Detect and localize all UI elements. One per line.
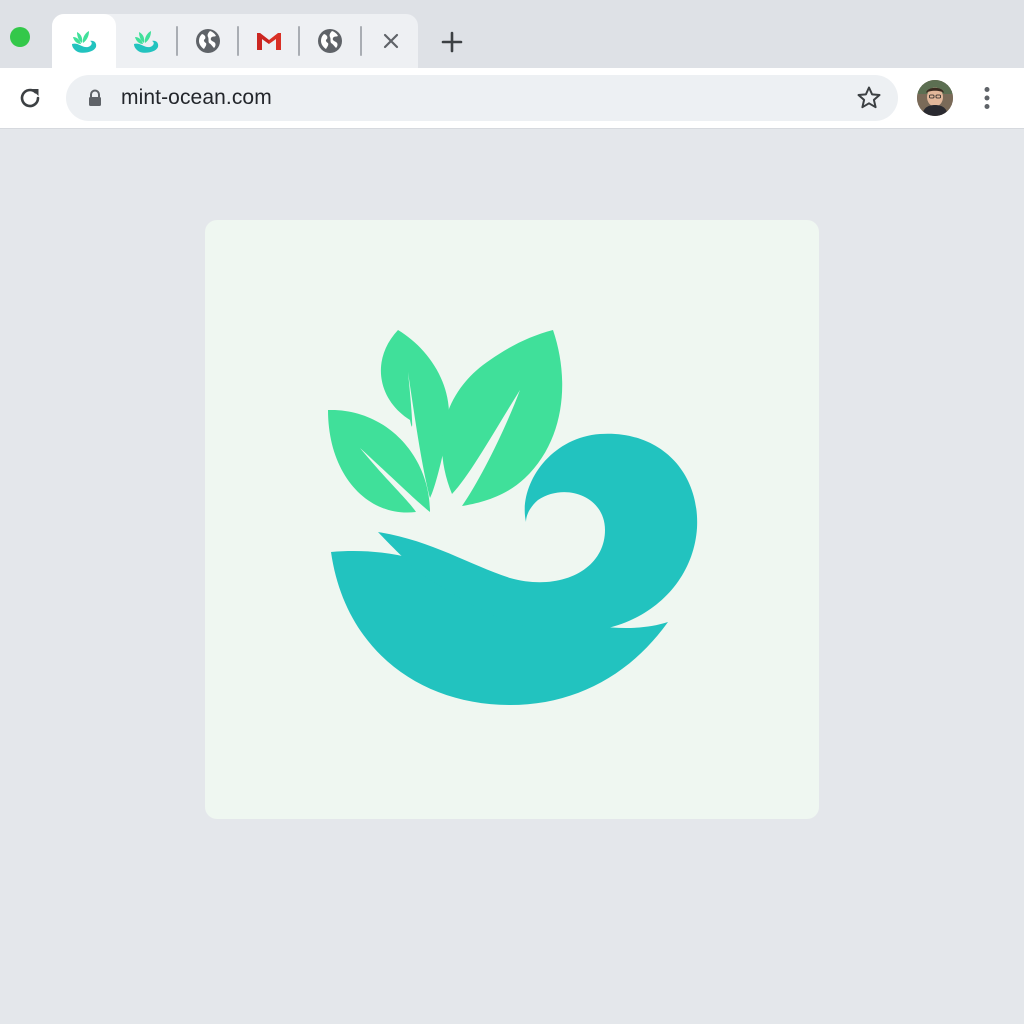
tab-strip (0, 0, 1024, 68)
plus-icon (441, 31, 463, 53)
logo-card (205, 220, 819, 819)
mint-ocean-logo (328, 330, 698, 705)
globe-icon (196, 29, 220, 53)
page-content (0, 129, 1024, 1024)
more-vert-icon (984, 87, 990, 109)
tab-separator (360, 26, 362, 56)
profile-photo (917, 80, 953, 116)
close-icon (383, 33, 399, 49)
reload-button[interactable] (12, 80, 48, 116)
mint-ocean-favicon-icon (72, 31, 97, 53)
url-text[interactable]: mint-ocean.com (121, 75, 272, 121)
tab-separator (298, 26, 300, 56)
tab-globe[interactable] (180, 14, 236, 68)
reload-icon (20, 88, 40, 108)
tab-separator (176, 26, 178, 56)
address-bar[interactable]: mint-ocean.com (66, 75, 898, 121)
tab-close-button[interactable] (364, 14, 418, 68)
globe-icon (318, 29, 342, 53)
tab-gmail[interactable] (241, 14, 297, 68)
tab-globe[interactable] (302, 14, 358, 68)
gmail-icon (257, 33, 281, 50)
tab-mint-ocean[interactable] (116, 14, 176, 68)
mint-ocean-favicon-icon (134, 31, 159, 53)
browser-window: mint-ocean.com (0, 0, 1024, 1024)
avatar[interactable] (917, 80, 953, 116)
lock-icon[interactable] (86, 89, 104, 107)
browser-toolbar: mint-ocean.com (0, 68, 1024, 129)
tab-group (52, 14, 418, 68)
leaf-left-shape (328, 409, 430, 513)
tab-separator (237, 26, 239, 56)
window-control-button[interactable] (10, 27, 30, 47)
browser-menu-button[interactable] (974, 80, 1000, 116)
star-icon[interactable] (856, 85, 882, 111)
new-tab-button[interactable] (434, 24, 470, 60)
tab-mint-ocean-active[interactable] (52, 14, 116, 68)
